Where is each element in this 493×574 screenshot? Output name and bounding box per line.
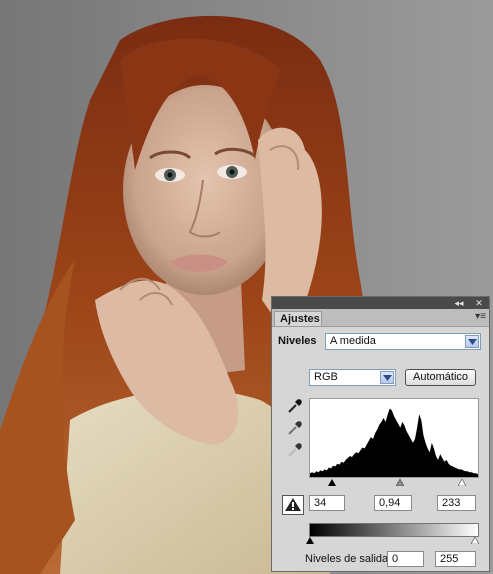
channel-value: RGB [314,371,338,383]
adjustments-panel: ◂◂ ✕ Ajustes ▾≡ Niveles A medida RGB Aut… [271,296,490,572]
output-white-field[interactable]: 255 [435,551,476,567]
tab-ajustes[interactable]: Ajustes [274,311,322,326]
auto-button[interactable]: Automático [405,369,476,386]
gray-eyedropper-icon[interactable] [286,419,304,437]
chevron-down-icon [465,335,479,348]
output-levels-gradient [309,523,479,537]
input-black-field[interactable]: 34 [309,495,345,511]
preset-value: A medida [330,335,376,347]
output-black-field[interactable]: 0 [387,551,424,567]
panel-tab-row: Ajustes ▾≡ [272,309,489,327]
input-gamma-field[interactable]: 0,94 [374,495,412,511]
close-icon[interactable]: ✕ [472,297,486,309]
levels-histogram [309,398,479,478]
chevron-down-icon [380,371,394,384]
black-point-slider[interactable] [328,479,336,486]
output-black-slider[interactable] [306,537,314,544]
adjustment-type-label: Niveles [278,335,317,347]
white-eyedropper-icon[interactable] [286,441,304,459]
gamma-slider[interactable] [396,479,404,486]
channel-select[interactable]: RGB [309,369,396,386]
output-levels-label: Niveles de salida: [305,553,392,565]
collapse-icon[interactable]: ◂◂ [452,297,466,309]
white-point-slider[interactable] [458,479,466,486]
output-white-slider[interactable] [471,537,479,544]
clipping-warning-icon[interactable] [282,495,304,515]
panel-title-bar: ◂◂ ✕ [272,297,489,309]
black-eyedropper-icon[interactable] [286,397,304,415]
input-white-field[interactable]: 233 [437,495,476,511]
histogram-area [310,408,478,477]
preset-select[interactable]: A medida [325,333,481,350]
panel-menu-icon[interactable]: ▾≡ [475,312,486,322]
